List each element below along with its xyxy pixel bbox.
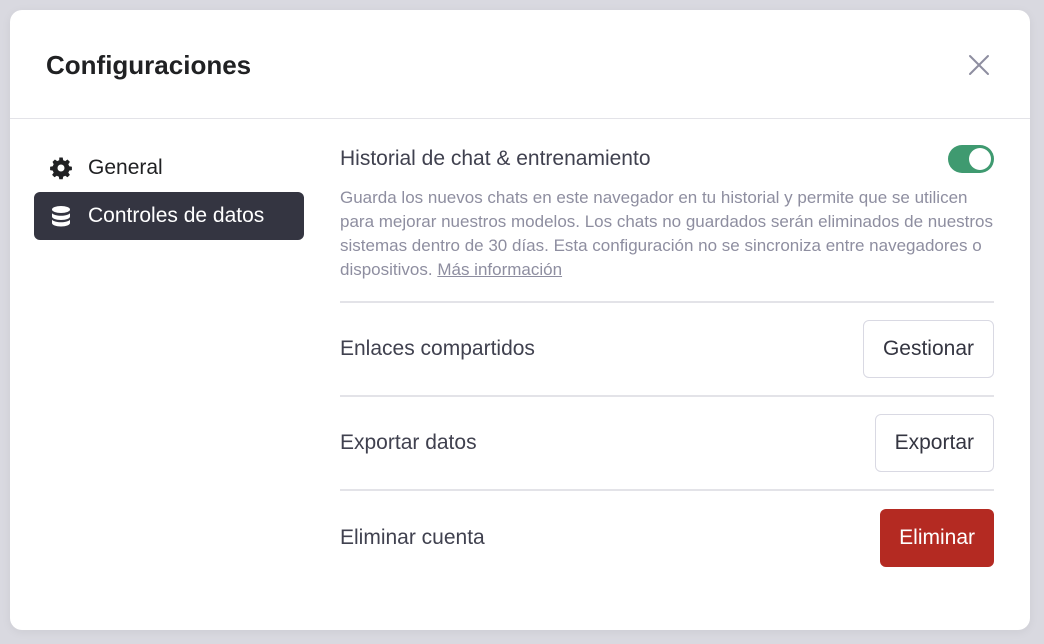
- database-icon: [48, 203, 74, 229]
- manage-button[interactable]: Gestionar: [862, 320, 994, 378]
- export-label: Exportar datos: [340, 431, 477, 454]
- modal-title: Configuraciones: [46, 50, 252, 80]
- toggle-knob: [969, 148, 991, 170]
- sidebar-item-general[interactable]: General: [34, 144, 304, 192]
- sidebar-item-data-controls[interactable]: Controles de datos: [34, 192, 304, 240]
- data-controls-panel: Historial de chat & entrenamiento Guarda…: [340, 138, 994, 585]
- history-header: Historial de chat & entrenamiento: [340, 138, 994, 180]
- sidebar-item-label: General: [88, 156, 163, 179]
- settings-modal: Configuraciones General Controles de dat…: [10, 10, 1030, 630]
- export-row: Exportar datos Exportar: [340, 397, 994, 491]
- export-button[interactable]: Exportar: [874, 414, 994, 472]
- close-button[interactable]: [966, 52, 992, 78]
- shared-links-label: Enlaces compartidos: [340, 337, 535, 360]
- delete-account-label: Eliminar cuenta: [340, 526, 485, 549]
- sidebar-item-label: Controles de datos: [88, 204, 265, 227]
- delete-account-row: Eliminar cuenta Eliminar: [340, 491, 994, 585]
- settings-sidebar: General Controles de datos: [34, 144, 304, 240]
- history-title: Historial de chat & entrenamiento: [340, 147, 651, 170]
- history-toggle[interactable]: [948, 145, 994, 173]
- learn-more-link[interactable]: Más información: [437, 260, 562, 279]
- modal-header: Configuraciones: [10, 10, 1030, 119]
- history-description: Guarda los nuevos chats en este navegado…: [340, 186, 994, 282]
- delete-button[interactable]: Eliminar: [880, 509, 994, 567]
- shared-links-row: Enlaces compartidos Gestionar: [340, 303, 994, 397]
- close-icon: [969, 55, 989, 75]
- gear-icon: [48, 155, 74, 181]
